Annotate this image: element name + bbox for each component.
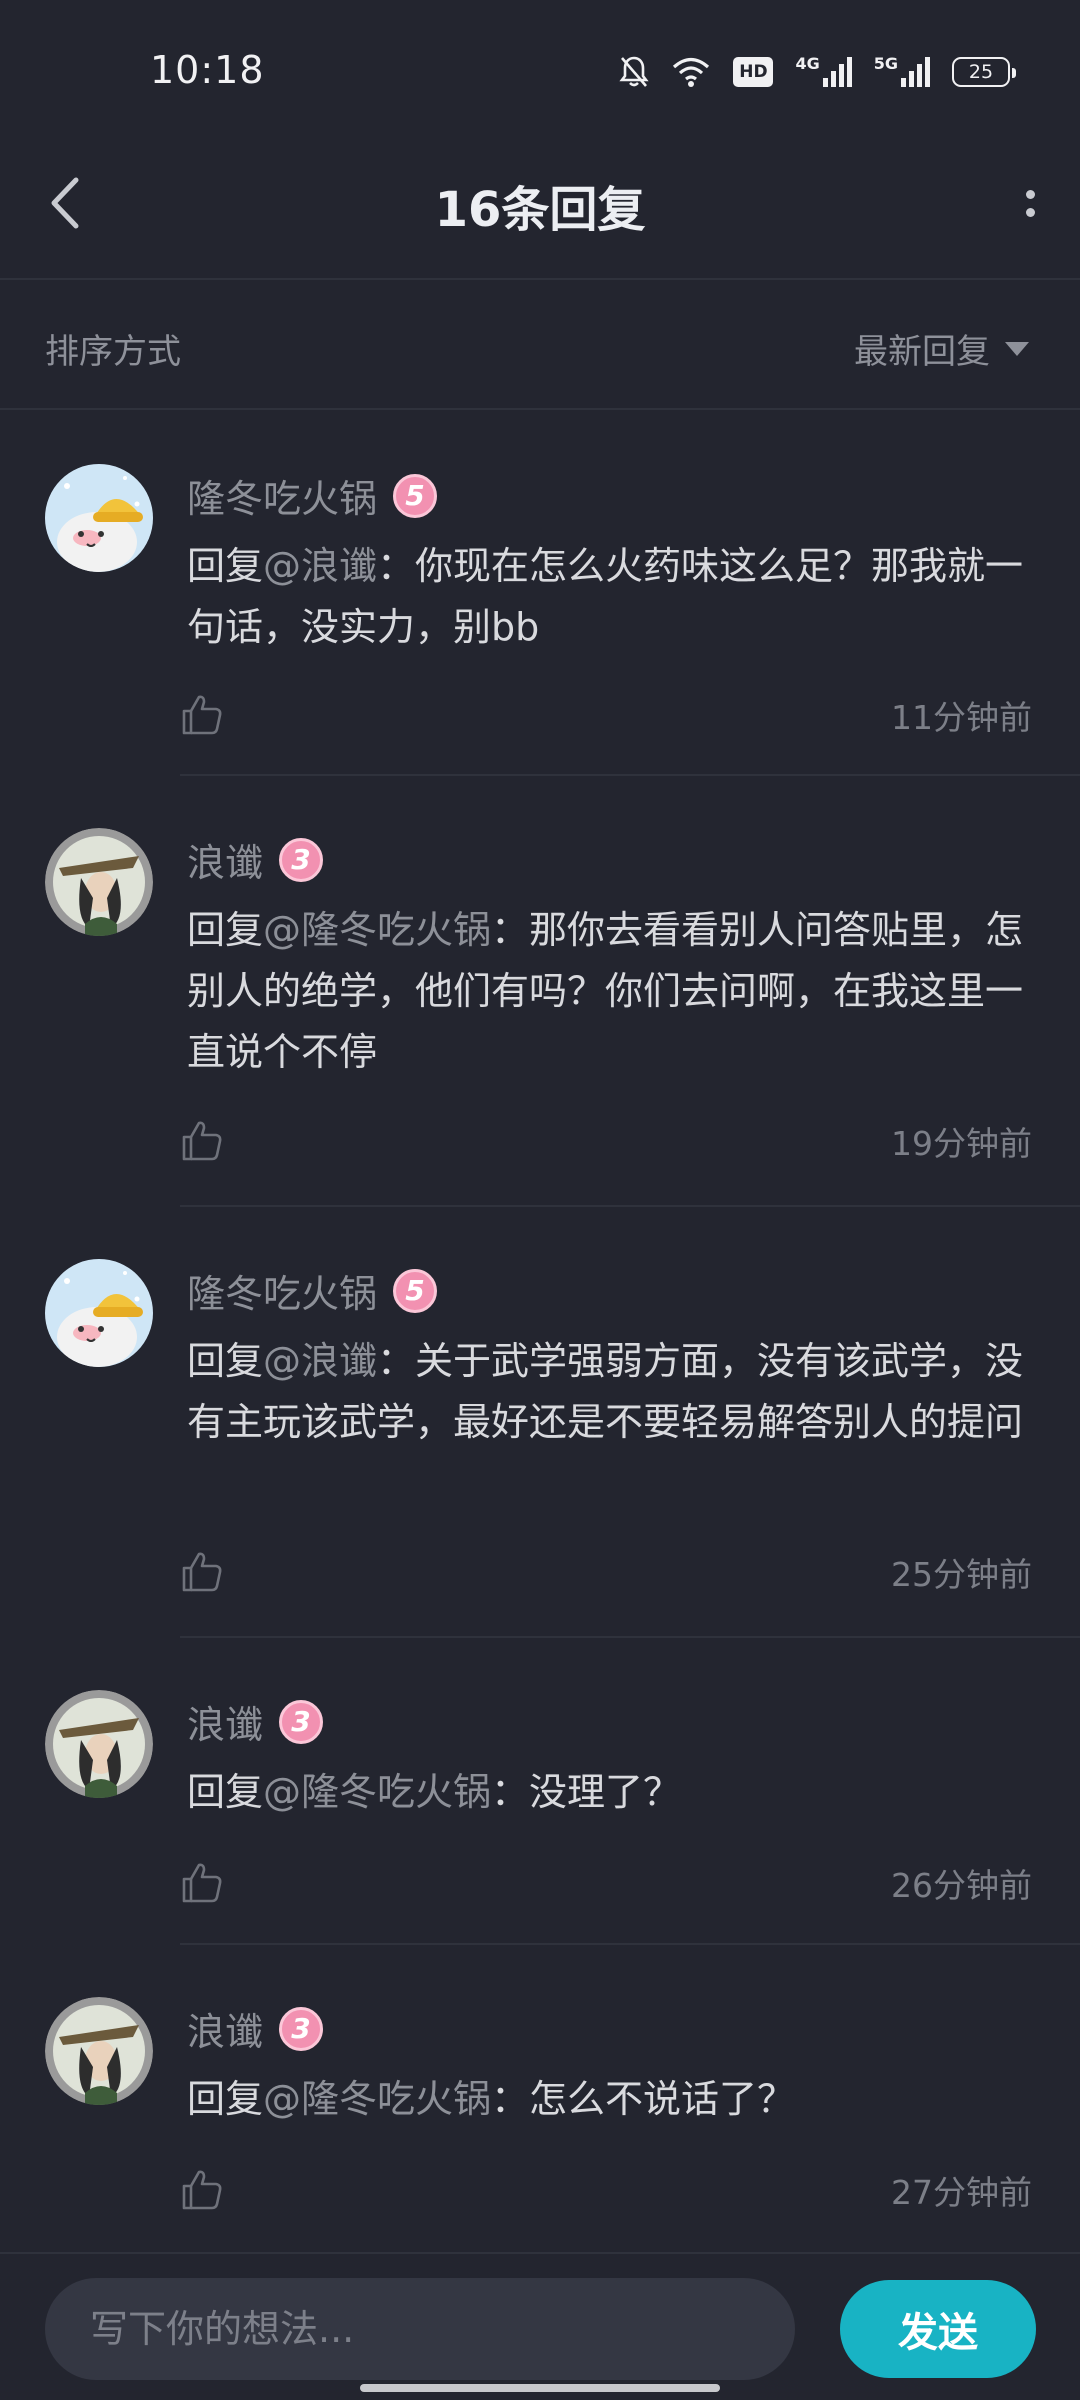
- network-label-4g: 4G: [795, 54, 820, 73]
- sort-label: 排序方式: [45, 332, 181, 372]
- avatar[interactable]: [45, 1690, 153, 1798]
- reply-footer: 25分钟前: [180, 1544, 1032, 1600]
- sort-bar: 排序方式 最新回复: [0, 282, 1080, 410]
- caret-down-icon: [1005, 341, 1029, 356]
- timestamp: 27分钟前: [891, 2173, 1032, 2212]
- username[interactable]: 浪谶: [187, 2001, 263, 2056]
- wifi-icon: [673, 57, 710, 87]
- timestamp: 25分钟前: [891, 1555, 1032, 1594]
- reply-prefix: 回复: [187, 2077, 264, 2121]
- more-options-button[interactable]: [1005, 168, 1055, 238]
- timestamp: 19分钟前: [891, 1124, 1032, 1163]
- avatar-warrior-image: [45, 828, 153, 936]
- avatar-cat-image: [45, 1259, 153, 1367]
- mention-link[interactable]: @浪谶: [263, 544, 377, 588]
- name-row: 浪谶 3: [187, 1694, 324, 1749]
- battery-indicator: 25: [952, 57, 1016, 87]
- username[interactable]: 隆冬吃火锅: [187, 1263, 377, 1318]
- signal-5g: 5G: [874, 56, 930, 88]
- avatar-warrior-image: [45, 1690, 153, 1798]
- reply-text: 回复@隆冬吃火锅：没理了？: [187, 1762, 1047, 1823]
- reply-prefix: 回复: [187, 908, 264, 952]
- avatar[interactable]: [45, 828, 153, 936]
- avatar[interactable]: [45, 464, 153, 572]
- thumbs-up-icon[interactable]: [180, 1119, 224, 1163]
- mention-link[interactable]: @浪谶: [263, 1339, 377, 1383]
- level-badge: 3: [279, 2006, 324, 2051]
- avatar-cat-image: [45, 464, 153, 572]
- thumbs-up-icon[interactable]: [180, 1861, 224, 1905]
- level-badge: 3: [279, 1699, 324, 1744]
- mention-link[interactable]: @隆冬吃火锅: [263, 1770, 491, 1814]
- reply-item: 浪谶 3 回复@隆冬吃火锅：没理了？ 26分钟前: [0, 1638, 1080, 1945]
- timestamp: 11分钟前: [891, 698, 1032, 737]
- hd-badge: HD: [733, 57, 774, 87]
- mention-link[interactable]: @隆冬吃火锅: [263, 908, 491, 952]
- reply-text: 回复@隆冬吃火锅：怎么不说话了？: [187, 2069, 1047, 2130]
- more-dot: [1025, 189, 1035, 199]
- reply-text: 回复@浪谶：关于武学强弱方面，没有该武学，没有主玩该武学，最好还是不要轻易解答别…: [187, 1331, 1047, 1453]
- send-button[interactable]: 发送: [840, 2280, 1036, 2378]
- reply-prefix: 回复: [187, 544, 264, 588]
- reply-list: 隆冬吃火锅 5 回复@浪谶：你现在怎么火药味这么足？那我就一句话，没实力，别bb…: [0, 412, 1080, 2254]
- status-time: 10:18: [150, 48, 265, 92]
- name-row: 浪谶 3: [187, 2001, 324, 2056]
- reply-item: 浪谶 3 回复@隆冬吃火锅：那你去看看别人问答贴里，怎别人的绝学，他们有吗？你们…: [0, 776, 1080, 1207]
- bell-off-icon: [619, 56, 650, 87]
- level-badge: 5: [393, 473, 438, 518]
- name-row: 隆冬吃火锅 5: [187, 468, 438, 523]
- sort-selected: 最新回复: [854, 332, 990, 372]
- signal-icon: [822, 57, 852, 87]
- name-row: 浪谶 3: [187, 832, 324, 887]
- more-dot: [1025, 207, 1035, 217]
- reply-item: 隆冬吃火锅 5 回复@浪谶：你现在怎么火药味这么足？那我就一句话，没实力，别bb…: [0, 412, 1080, 776]
- username[interactable]: 浪谶: [187, 1694, 263, 1749]
- mention-link[interactable]: @隆冬吃火锅: [263, 2077, 491, 2121]
- signal-icon: [901, 57, 930, 87]
- reply-text: 回复@浪谶：你现在怎么火药味这么足？那我就一句话，没实力，别bb: [187, 536, 1047, 658]
- page-title: 16条回复: [434, 182, 646, 238]
- sort-dropdown[interactable]: 最新回复: [854, 324, 1030, 373]
- reply-footer: 19分钟前: [180, 1113, 1032, 1169]
- status-bar: 10:18 HD 4G 5G 25: [0, 0, 1080, 130]
- avatar[interactable]: [45, 1259, 153, 1367]
- reply-prefix: 回复: [187, 1770, 264, 1814]
- reply-footer: 27分钟前: [180, 2162, 1032, 2218]
- thumbs-up-icon[interactable]: [180, 2168, 224, 2212]
- level-badge: 3: [279, 837, 324, 882]
- reply-prefix: 回复: [187, 1339, 264, 1383]
- reply-footer: 26分钟前: [180, 1855, 1032, 1911]
- thumbs-up-icon[interactable]: [180, 693, 224, 737]
- reply-text: 回复@隆冬吃火锅：那你去看看别人问答贴里，怎别人的绝学，他们有吗？你们去问啊，在…: [187, 900, 1047, 1083]
- name-row: 隆冬吃火锅 5: [187, 1263, 438, 1318]
- username[interactable]: 浪谶: [187, 832, 263, 887]
- avatar-warrior-image: [45, 1997, 153, 2105]
- username[interactable]: 隆冬吃火锅: [187, 468, 377, 523]
- level-badge: 5: [393, 1268, 438, 1313]
- avatar[interactable]: [45, 1997, 153, 2105]
- reply-footer: 11分钟前: [180, 687, 1032, 743]
- comment-bar: 发送: [0, 2252, 1080, 2400]
- network-label-5g: 5G: [873, 54, 898, 73]
- thumbs-up-icon[interactable]: [180, 1550, 224, 1594]
- header: 16条回复: [0, 130, 1080, 280]
- reply-body: ：怎么不说话了？: [491, 2077, 796, 2121]
- signal-4g: 4G: [795, 54, 852, 88]
- reply-item: 浪谶 3 回复@隆冬吃火锅：怎么不说话了？ 27分钟前: [0, 1945, 1080, 2254]
- timestamp: 26分钟前: [891, 1866, 1032, 1905]
- reply-item: 隆冬吃火锅 5 回复@浪谶：关于武学强弱方面，没有该武学，没有主玩该武学，最好还…: [0, 1207, 1080, 1638]
- status-icons: HD 4G 5G 25: [619, 50, 1016, 94]
- reply-body: ：没理了？: [491, 1770, 682, 1814]
- comment-input[interactable]: [45, 2278, 795, 2380]
- home-indicator[interactable]: [360, 2384, 720, 2392]
